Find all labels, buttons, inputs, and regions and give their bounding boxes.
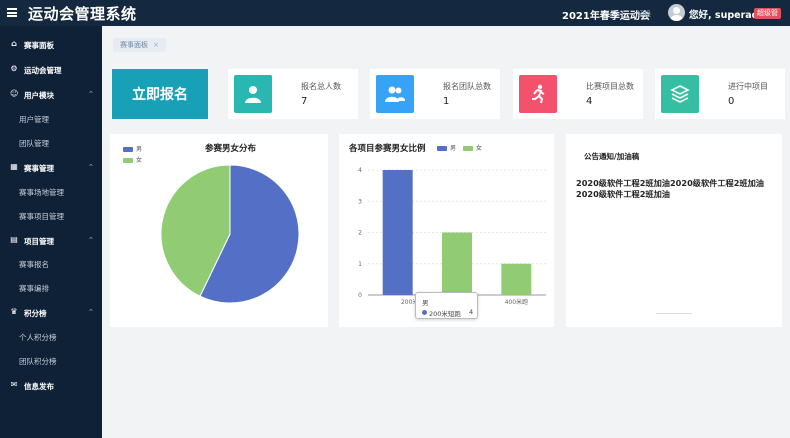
team-icon — [385, 86, 405, 102]
menu-icon[interactable] — [7, 8, 17, 17]
sidebar-item-label: 赛事场地管理 — [19, 188, 64, 197]
sidebar-item[interactable]: 团队管理 — [0, 138, 102, 150]
stat-tile — [661, 75, 699, 113]
chevron-up-icon: ⌃ — [88, 308, 94, 316]
sidebar-item[interactable]: ▤ 项目管理 ⌃ — [0, 236, 102, 248]
tooltip-name: 200米短跑 — [429, 310, 461, 318]
top-header: 运动会管理系统 2021年春季运动会 切换 您好, superadmin 超级管 — [0, 0, 790, 26]
sidebar-item-label: 个人积分榜 — [19, 333, 57, 342]
role-badge: 超级管 — [754, 8, 781, 19]
stat-card-events: 比赛项目总数 4 — [513, 69, 643, 119]
event-switch-link[interactable]: 切换 — [637, 9, 651, 19]
home-icon: ⌂ — [11, 39, 17, 48]
notice-panel — [566, 134, 782, 327]
sidebar-item[interactable]: 用户管理 — [0, 114, 102, 126]
close-icon[interactable]: × — [153, 41, 159, 49]
y-tick-label: 1 — [358, 261, 362, 268]
tooltip-title: 男 — [422, 299, 429, 307]
sidebar-item-label: 积分榜 — [24, 309, 47, 318]
sidebar-item-label: 赛事编排 — [19, 284, 49, 293]
sidebar-item[interactable]: 赛事报名 — [0, 259, 102, 271]
bar-0-0[interactable] — [382, 170, 413, 295]
person-icon — [245, 86, 261, 103]
sidebar-item-label: 用户管理 — [19, 115, 49, 124]
grid-icon: ▦ — [10, 162, 18, 171]
sidebar-item-label: 项目管理 — [24, 237, 54, 246]
y-tick-label: 2 — [358, 230, 362, 237]
stat-value: 7 — [301, 96, 308, 107]
stat-label: 比赛项目总数 — [586, 82, 634, 91]
trophy-icon: ♛ — [10, 307, 18, 316]
layers-icon — [670, 85, 690, 103]
runner-icon — [532, 84, 545, 104]
sidebar-item-label: 赛事管理 — [24, 164, 54, 173]
bar-1-2[interactable] — [501, 263, 532, 295]
stat-label: 报名团队总数 — [443, 82, 491, 91]
sidebar-item[interactable]: ☺ 用户模块 ⌃ — [0, 90, 102, 102]
gender-pie-chart — [160, 164, 300, 304]
divider — [656, 313, 692, 314]
stat-tile — [376, 75, 414, 113]
register-button[interactable]: 立即报名 — [112, 69, 208, 119]
user-icon: ☺ — [10, 89, 19, 98]
stat-tile — [519, 75, 557, 113]
sidebar — [0, 26, 102, 438]
sidebar-item[interactable]: 团队积分榜 — [0, 356, 102, 368]
y-tick-label: 0 — [358, 292, 362, 299]
sidebar-item-label: 赛事报名 — [19, 260, 49, 269]
stat-label: 进行中项目 — [728, 82, 768, 91]
sidebar-item-label: 赛事面板 — [24, 41, 54, 50]
stat-value: 4 — [586, 96, 593, 107]
sidebar-item[interactable]: 赛事场地管理 — [0, 187, 102, 199]
y-tick-label: 3 — [358, 198, 362, 205]
sidebar-item[interactable]: 个人积分榜 — [0, 332, 102, 344]
stat-value: 1 — [443, 96, 450, 107]
sidebar-item-label: 运动会管理 — [24, 66, 62, 75]
sidebar-item[interactable]: ✉ 信息发布 — [0, 381, 102, 393]
sidebar-item-label: 用户模块 — [24, 91, 54, 100]
breadcrumb-tab[interactable]: 赛事面板 × — [113, 38, 166, 52]
sidebar-item[interactable]: ⚙ 运动会管理 — [0, 65, 102, 77]
sidebar-item[interactable]: ♛ 积分榜 ⌃ — [0, 308, 102, 320]
chevron-up-icon: ⌃ — [88, 236, 94, 244]
tooltip-value: 4 — [469, 308, 474, 316]
chart-tooltip: 男 200米短跑 4 — [415, 292, 478, 319]
sidebar-item-label: 团队积分榜 — [19, 357, 57, 366]
sidebar-item[interactable]: 赛事项目管理 — [0, 211, 102, 223]
stat-label: 报名总人数 — [301, 82, 341, 91]
sidebar-item[interactable]: 赛事编排 — [0, 283, 102, 295]
sidebar-item[interactable]: ▦ 赛事管理 ⌃ — [0, 163, 102, 175]
sidebar-item[interactable]: ⌂ 赛事面板 — [0, 40, 102, 52]
bar-1-1[interactable] — [442, 232, 472, 296]
stat-card-teams: 报名团队总数 1 — [370, 69, 500, 119]
notice-text: 2020级软件工程2班加油2020级软件工程2班加油2020级软件工程2班加油 — [576, 178, 764, 199]
gear-icon: ⚙ — [10, 64, 18, 73]
stat-card-ongoing: 进行中项目 0 — [655, 69, 785, 119]
y-tick-label: 4 — [358, 167, 362, 174]
app-title: 运动会管理系统 — [28, 5, 137, 23]
stat-card-participants: 报名总人数 7 — [228, 69, 358, 119]
stat-value: 0 — [728, 96, 735, 107]
sidebar-item-label: 赛事项目管理 — [19, 212, 64, 221]
chevron-up-icon: ⌃ — [88, 163, 94, 171]
sidebar-item-label: 团队管理 — [19, 139, 49, 148]
stat-tile — [234, 75, 272, 113]
file-icon: ▤ — [10, 235, 18, 244]
chevron-up-icon: ⌃ — [88, 90, 94, 98]
notice-title: 公告通知/加油稿 — [584, 152, 640, 161]
sidebar-item-label: 信息发布 — [24, 382, 54, 391]
mail-icon: ✉ — [10, 380, 18, 389]
x-tick-label: 400米跑 — [505, 298, 528, 306]
breadcrumb-label: 赛事面板 — [120, 41, 148, 49]
tooltip-dot — [422, 310, 427, 315]
avatar[interactable] — [668, 4, 685, 21]
